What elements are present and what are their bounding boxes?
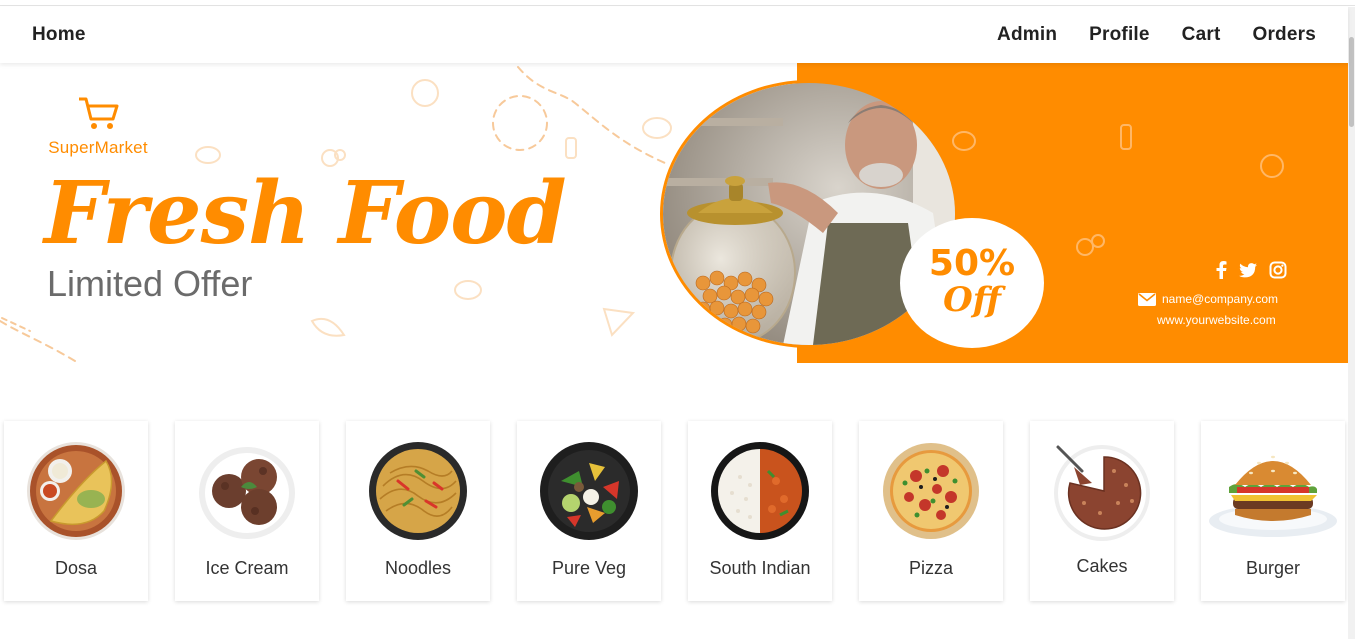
- nav-home-link[interactable]: Home: [32, 24, 86, 46]
- page-scrollbar[interactable]: [1348, 7, 1355, 639]
- dosa-icon: [27, 442, 125, 540]
- promo-banner[interactable]: SuperMarket Fresh Food Limited Offer 50%…: [0, 63, 1348, 363]
- category-card-ice-cream[interactable]: Ice Cream: [175, 421, 319, 601]
- offer-percent: 50%: [928, 243, 1016, 284]
- shopping-cart-icon: [79, 97, 119, 129]
- supermarket-logo[interactable]: SuperMarket: [38, 95, 158, 158]
- offer-word: Off: [943, 280, 1001, 320]
- facebook-icon[interactable]: [1215, 261, 1227, 279]
- contact-email: name@company.com: [1138, 292, 1278, 306]
- instagram-icon[interactable]: [1269, 261, 1287, 279]
- cakes-icon: [1054, 445, 1150, 541]
- pizza-icon: [883, 443, 979, 539]
- contact-email-text: name@company.com: [1162, 292, 1279, 306]
- category-label: South Indian: [709, 558, 811, 578]
- offer-badge: 50% Off: [900, 218, 1044, 348]
- nav-profile-link[interactable]: Profile: [1089, 24, 1150, 46]
- nav-admin-link[interactable]: Admin: [997, 24, 1057, 46]
- social-links: [1215, 261, 1287, 279]
- burger-icon: [1209, 455, 1337, 537]
- nav-cart-link[interactable]: Cart: [1182, 24, 1221, 46]
- category-card-burger[interactable]: Burger: [1201, 421, 1345, 601]
- category-label: Ice Cream: [205, 558, 289, 578]
- banner-subline: Limited Offer: [47, 263, 253, 304]
- category-card-cakes[interactable]: Cakes: [1030, 421, 1174, 601]
- nav-orders-link[interactable]: Orders: [1252, 24, 1316, 46]
- category-card-pure-veg[interactable]: Pure Veg: [517, 421, 661, 601]
- logo-text: SuperMarket: [48, 138, 148, 157]
- category-label: Burger: [1245, 558, 1301, 578]
- pure-veg-icon: [540, 442, 638, 540]
- south-indian-icon: [711, 442, 809, 540]
- mail-icon: [1138, 292, 1156, 306]
- nav-right-links: Admin Profile Cart Orders: [997, 24, 1316, 46]
- category-label: Pizza: [908, 558, 953, 578]
- navbar: Home Admin Profile Cart Orders: [0, 7, 1348, 63]
- contact-website: www.yourwebsite.com: [1157, 313, 1276, 327]
- category-label: Noodles: [384, 558, 452, 578]
- category-label: Pure Veg: [551, 558, 627, 578]
- ice-cream-icon: [199, 447, 295, 539]
- category-label: Dosa: [54, 558, 98, 578]
- category-label: Cakes: [1076, 556, 1128, 576]
- twitter-icon[interactable]: [1239, 262, 1257, 278]
- browser-top-strip: [0, 0, 1355, 6]
- category-card-south-indian[interactable]: South Indian: [688, 421, 832, 601]
- category-card-dosa[interactable]: Dosa: [4, 421, 148, 601]
- noodles-icon: [369, 442, 467, 540]
- category-list: Dosa Ice Cream Noodles Pure Veg South In…: [4, 421, 1346, 601]
- category-card-noodles[interactable]: Noodles: [346, 421, 490, 601]
- category-card-pizza[interactable]: Pizza: [859, 421, 1003, 601]
- scrollbar-thumb[interactable]: [1349, 37, 1354, 127]
- banner-headline: Fresh Food: [44, 163, 567, 264]
